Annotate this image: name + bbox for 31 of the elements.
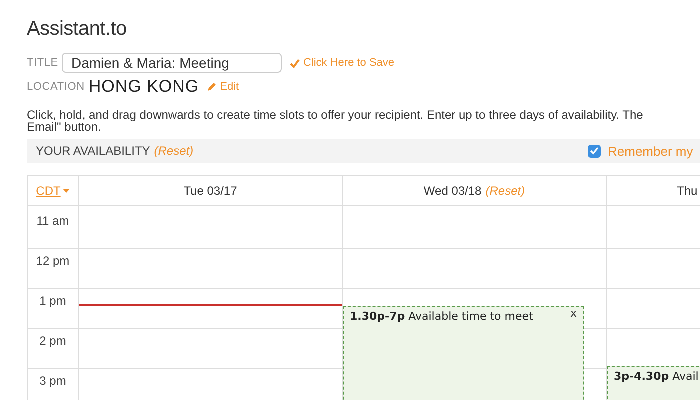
hour-label: 1 pm bbox=[40, 294, 66, 310]
time-slot-text: 3p-4.30p Avail bbox=[614, 370, 699, 383]
edit-link[interactable]: Edit bbox=[207, 81, 240, 93]
reset-link[interactable]: (Reset) bbox=[154, 144, 194, 158]
hour-label: 2 pm bbox=[40, 334, 66, 350]
section-heading: YOUR AVAILABILITY bbox=[36, 144, 150, 158]
time-slot[interactable]: 1.30p-7p Available time to meet x bbox=[343, 306, 584, 400]
field-label: TITLE bbox=[27, 57, 58, 69]
time-slot[interactable]: 3p-4.30p Avail bbox=[607, 366, 700, 400]
instruction-text: Click, hold, and drag downwards to create time slots to offer your recipient. Enter up to three days of availability. The bbox=[27, 109, 644, 121]
reset-link[interactable]: (Reset) bbox=[486, 184, 526, 198]
field-label: LOCATION bbox=[27, 81, 85, 93]
app-title: Assistant.to bbox=[27, 18, 127, 41]
time-slot-text: 1.30p-7p Available time to meet bbox=[350, 310, 534, 323]
pencil-icon bbox=[207, 82, 218, 92]
title-field[interactable]: Damien & Maria: Meeting bbox=[62, 53, 282, 73]
checkbox-label: Remember my bbox=[608, 144, 694, 158]
caret-icon bbox=[62, 188, 70, 192]
instruction-text: Email" button. bbox=[27, 121, 102, 133]
hour-label: 12 pm bbox=[36, 254, 70, 270]
close-button[interactable]: x bbox=[570, 307, 577, 320]
location-value: HONG KONG bbox=[88, 77, 200, 97]
hour-label: 3 pm bbox=[40, 374, 66, 390]
day-heading: Thu bbox=[677, 184, 698, 198]
checkbox[interactable] bbox=[588, 144, 601, 158]
timezone-dropdown[interactable]: CDT bbox=[36, 184, 70, 198]
day-heading: Wed 03/18 bbox=[424, 184, 482, 198]
checkmark-icon bbox=[290, 58, 300, 68]
hour-label: 11 am bbox=[36, 214, 70, 230]
day-heading: Tue 03/17 bbox=[184, 184, 238, 198]
save-link[interactable]: Click Here to Save bbox=[290, 57, 395, 69]
